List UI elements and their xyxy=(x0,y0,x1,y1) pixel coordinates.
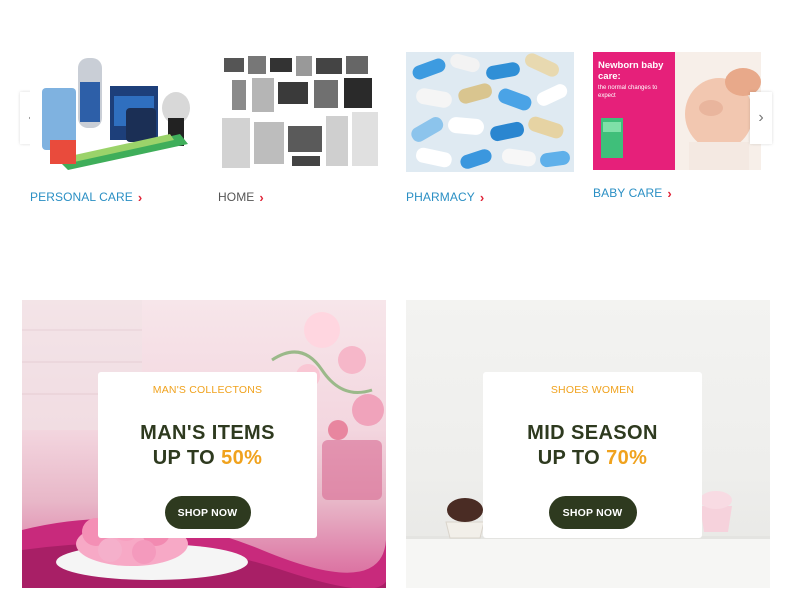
promo-kicker: MAN'S COLLECTONS xyxy=(152,384,263,396)
promo-discount-percent: 70% xyxy=(606,447,648,469)
promo-headline-line1: MAN'S ITEMS xyxy=(140,422,275,444)
baby-card-title: Newborn baby care: xyxy=(598,60,664,82)
promo-headline: MAN'S ITEMS UP TO 50% xyxy=(98,421,317,471)
category-label[interactable]: PHARMACY › xyxy=(406,190,574,204)
category-carousel: ‹ PER xyxy=(0,0,800,230)
pills-illustration xyxy=(406,52,574,172)
promo-banner-mens[interactable]: MAN'S COLLECTONS MAN'S ITEMS UP TO 50% S… xyxy=(22,300,386,588)
baby-card-subtitle: the normal changes to expect xyxy=(598,85,658,99)
category-label-text[interactable]: HOME xyxy=(218,190,254,204)
category-personal-care[interactable]: PERSONAL CARE › xyxy=(30,52,198,204)
chevron-right-icon: › xyxy=(479,189,485,205)
shop-now-button[interactable]: SHOP NOW xyxy=(164,496,251,529)
category-label-text[interactable]: PERSONAL CARE xyxy=(30,190,133,204)
chevron-right-icon: › xyxy=(667,185,672,201)
baby-card-text: Newborn baby care: the normal changes to… xyxy=(598,60,670,100)
pharmacy-pills-image[interactable] xyxy=(406,52,574,172)
category-label[interactable]: PERSONAL CARE › xyxy=(30,190,198,204)
home-appliances-image[interactable] xyxy=(218,52,386,172)
chevron-right-icon: › xyxy=(259,189,264,205)
promo-headline-prefix: UP TO xyxy=(537,447,607,469)
category-label-text[interactable]: PHARMACY xyxy=(406,190,475,204)
category-pharmacy[interactable]: PHARMACY › xyxy=(406,52,574,204)
promo-headline-line1: MID SEASON xyxy=(527,422,658,444)
category-baby-care[interactable]: Newborn baby care: the normal changes to… xyxy=(593,52,761,200)
promo-headline: MID SEASON UP TO 70% xyxy=(483,421,702,471)
chevron-right-icon: › xyxy=(137,189,143,205)
shop-now-button[interactable]: SHOP NOW xyxy=(548,496,637,529)
home-appliances-illustration xyxy=(218,52,386,172)
promo-card: MAN'S COLLECTONS MAN'S ITEMS UP TO 50% S… xyxy=(98,372,317,538)
category-label[interactable]: BABY CARE › xyxy=(593,186,761,200)
category-label[interactable]: HOME › xyxy=(218,190,386,204)
promo-discount-percent: 50% xyxy=(221,447,263,469)
promo-headline-line2: UP TO 70% xyxy=(483,446,702,471)
category-home[interactable]: HOME › xyxy=(218,52,386,204)
promo-kicker: SHOES WOMEN xyxy=(550,384,635,396)
promo-card: SHOES WOMEN MID SEASON UP TO 70% SHOP NO… xyxy=(483,372,702,538)
chevron-right-icon: › xyxy=(758,109,764,126)
personal-care-illustration xyxy=(30,52,198,172)
promo-banner-shoes-women[interactable]: SHOES WOMEN MID SEASON UP TO 70% SHOP NO… xyxy=(406,300,770,588)
personal-care-image[interactable] xyxy=(30,52,198,172)
baby-care-image[interactable]: Newborn baby care: the normal changes to… xyxy=(593,52,761,170)
carousel-next-button[interactable]: › xyxy=(750,92,772,144)
page: ‹ PER xyxy=(0,0,800,600)
promo-headline-prefix: UP TO xyxy=(152,447,222,469)
category-label-text[interactable]: BABY CARE xyxy=(593,186,662,200)
promo-headline-line2: UP TO 50% xyxy=(98,446,317,471)
